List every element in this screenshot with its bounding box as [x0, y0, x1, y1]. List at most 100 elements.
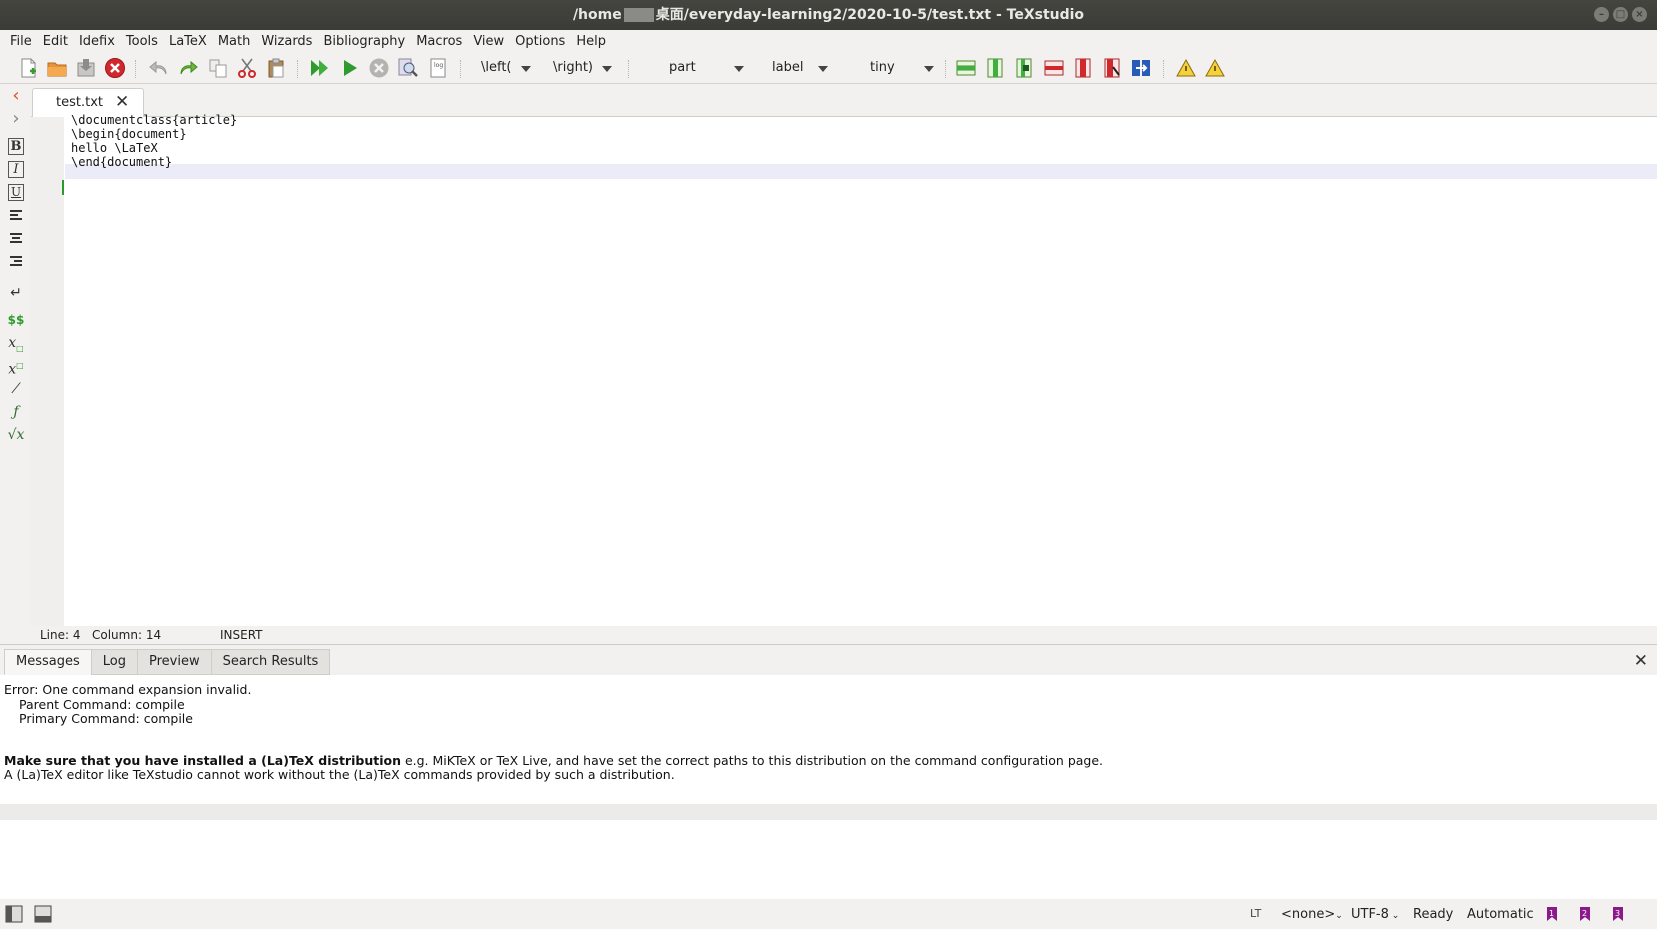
menu-wizards[interactable]: Wizards: [257, 34, 319, 49]
left-delimiter-dropdown[interactable]: \left(: [481, 58, 531, 78]
close-icon[interactable]: ✕: [115, 92, 129, 112]
chevron-down-icon: [818, 66, 828, 72]
subscript-icon[interactable]: x□: [6, 333, 26, 353]
encoding-dropdown[interactable]: UTF-8 ⌄: [1351, 907, 1399, 922]
superscript-icon[interactable]: x□: [6, 356, 26, 378]
auto-mode-indicator[interactable]: Automatic: [1467, 907, 1534, 922]
sectioning-dropdown[interactable]: part: [669, 58, 744, 78]
menu-tools[interactable]: Tools: [122, 34, 165, 49]
insert-mode-indicator: INSERT: [220, 628, 263, 642]
align-left-icon[interactable]: [6, 207, 26, 227]
align-column-icon[interactable]: [1013, 57, 1035, 79]
align-center-icon[interactable]: [6, 230, 26, 250]
svg-text:2: 2: [1582, 909, 1587, 918]
new-file-icon[interactable]: [17, 57, 39, 79]
bookmark-1-icon[interactable]: 1: [1545, 906, 1559, 926]
tab-log[interactable]: Log: [90, 649, 138, 675]
line-indicator: Line: 4: [40, 628, 81, 642]
compile-icon[interactable]: [339, 57, 361, 79]
remove-column-icon[interactable]: [1072, 57, 1094, 79]
add-row-icon[interactable]: [955, 57, 977, 79]
close-window-button[interactable]: ×: [1632, 7, 1647, 22]
parent-command-message: Parent Command: compile: [19, 697, 185, 712]
menu-options[interactable]: Options: [511, 34, 572, 49]
close-document-icon[interactable]: [104, 57, 126, 79]
bookmark-2-icon[interactable]: 2: [1578, 906, 1592, 926]
copy-icon[interactable]: [207, 57, 229, 79]
bold-icon[interactable]: B: [8, 138, 24, 155]
svg-text:3: 3: [1615, 909, 1620, 918]
tab-preview[interactable]: Preview: [136, 649, 212, 675]
tab-messages[interactable]: Messages: [4, 649, 92, 675]
view-log-icon[interactable]: log: [427, 57, 449, 79]
chevron-left-icon[interactable]: ‹: [6, 86, 26, 106]
chevron-down-icon: [924, 66, 934, 72]
sqrt-icon[interactable]: √x: [6, 425, 26, 445]
status-ready: Ready: [1413, 907, 1454, 922]
install-hint-message: Make sure that you have installed a (La)…: [4, 753, 1104, 768]
fraction-icon[interactable]: ⁄: [6, 379, 26, 399]
menu-math[interactable]: Math: [214, 34, 258, 49]
chevron-down-icon: [734, 66, 744, 72]
stop-compile-icon[interactable]: [368, 57, 390, 79]
align-right-icon[interactable]: [6, 253, 26, 273]
code-line: \documentclass{article}: [71, 113, 238, 127]
toggle-structure-icon[interactable]: [5, 905, 23, 927]
svg-text:log: log: [434, 62, 443, 69]
view-pdf-icon[interactable]: [397, 57, 419, 79]
svg-text:1: 1: [1549, 909, 1554, 918]
menu-macros[interactable]: Macros: [412, 34, 469, 49]
error-message: Error: One command expansion invalid.: [4, 682, 252, 697]
language-tool-icon[interactable]: LT: [1250, 907, 1261, 920]
current-line-highlight: [65, 164, 1657, 179]
editor-status-line: Line: 4 Column: 14 INSERT: [31, 626, 1657, 644]
status-bar: LT <none>⌄ UTF-8 ⌄ Ready Automatic 1 2 3: [0, 899, 1657, 929]
menu-view[interactable]: View: [469, 34, 511, 49]
install-hint-message-2: A (La)TeX editor like TeXstudio cannot w…: [4, 767, 675, 782]
redo-icon[interactable]: [177, 57, 199, 79]
code-editor[interactable]: \documentclass{article} \begin{document}…: [31, 113, 1657, 626]
main-toolbar: log \left( \right) part label tiny: [0, 52, 1657, 84]
cut-icon[interactable]: [236, 57, 258, 79]
window-titlebar: /home 桌面/everyday-learning2/2020-10-5/tes…: [0, 0, 1657, 30]
paste-icon[interactable]: [265, 57, 287, 79]
reference-dropdown[interactable]: label: [772, 58, 828, 78]
left-structure-toolbar: ‹ › B I U ↵ $$ x□ x□ ⁄ ƒ √x: [0, 84, 31, 629]
menu-latex[interactable]: LaTeX: [165, 34, 214, 49]
build-and-view-icon[interactable]: [309, 57, 331, 79]
minimize-button[interactable]: –: [1594, 7, 1609, 22]
font-size-dropdown[interactable]: tiny: [870, 58, 934, 78]
warning-icon[interactable]: [1175, 57, 1197, 79]
toggle-messages-icon[interactable]: [34, 905, 52, 927]
close-icon[interactable]: ✕: [1634, 651, 1648, 671]
open-folder-icon[interactable]: [46, 57, 68, 79]
menu-edit[interactable]: Edit: [39, 34, 75, 49]
window-title: /home 桌面/everyday-learning2/2020-10-5/tes…: [572, 7, 1085, 23]
warning-alt-icon[interactable]: [1204, 57, 1226, 79]
chevron-right-icon[interactable]: ›: [6, 109, 26, 129]
bookmark-3-icon[interactable]: 3: [1611, 906, 1625, 926]
dfrac-icon[interactable]: ƒ: [6, 402, 26, 422]
messages-area[interactable]: Error: One command expansion invalid. Pa…: [0, 675, 1657, 900]
tab-label: test.txt: [56, 95, 103, 110]
chevron-down-icon: [602, 66, 612, 72]
remove-row-icon[interactable]: [1043, 57, 1065, 79]
menu-help[interactable]: Help: [572, 34, 613, 49]
newline-icon[interactable]: ↵: [6, 283, 26, 303]
cut-column-icon[interactable]: [1101, 57, 1123, 79]
paste-column-icon[interactable]: [1130, 57, 1152, 79]
output-panel: Messages Log Preview Search Results ✕ Er…: [0, 644, 1657, 900]
tab-search-results[interactable]: Search Results: [210, 649, 331, 675]
undo-icon[interactable]: [148, 57, 170, 79]
menu-idefix[interactable]: Idefix: [75, 34, 122, 49]
right-delimiter-dropdown[interactable]: \right): [553, 58, 612, 78]
add-column-icon[interactable]: [984, 57, 1006, 79]
maximize-button[interactable]: □: [1613, 7, 1628, 22]
math-mode-icon[interactable]: $$: [6, 310, 26, 330]
underline-icon[interactable]: U: [8, 184, 24, 201]
language-dropdown[interactable]: <none>⌄: [1281, 907, 1343, 922]
save-icon[interactable]: [75, 57, 97, 79]
menu-file[interactable]: File: [6, 34, 39, 49]
menu-bibliography[interactable]: Bibliography: [319, 34, 412, 49]
italic-icon[interactable]: I: [8, 161, 24, 178]
